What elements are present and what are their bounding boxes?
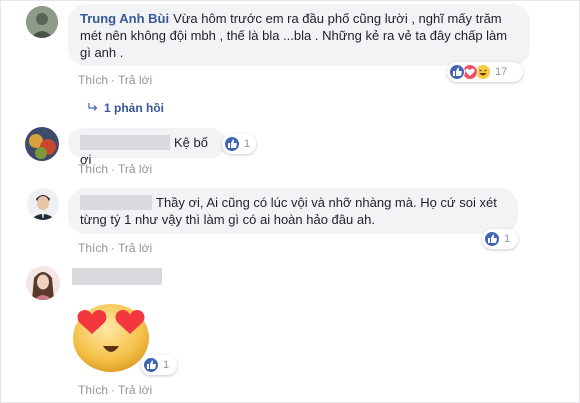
reaction-count: 17 (495, 66, 508, 78)
like-icon (143, 357, 159, 373)
comment-actions: Thích · Trả lời (78, 383, 152, 397)
reaction-count: 1 (504, 233, 511, 245)
comment-bubble: Thầy ơi, Ai cũng có lúc vội và nhỡ nhàng… (68, 188, 518, 234)
reply-link[interactable]: Trả lời (118, 241, 152, 255)
like-icon (484, 231, 500, 247)
reply-link[interactable]: Trả lời (118, 73, 152, 87)
comment-text-line: Thầy ơi, Ai cũng có lúc vội và nhỡ nhàng… (156, 195, 497, 210)
like-link[interactable]: Thích (78, 241, 108, 255)
comment-author[interactable]: Trung Anh Bùi (80, 11, 169, 26)
avatar[interactable] (26, 266, 60, 300)
action-separator: · (111, 162, 116, 176)
view-replies-link[interactable]: 1 phản hồi (88, 101, 164, 115)
redacted-author-name (80, 135, 170, 150)
reply-link[interactable]: Trả lời (118, 162, 152, 176)
like-link[interactable]: Thích (78, 73, 108, 87)
reaction-count: 1 (244, 138, 251, 150)
reaction-summary[interactable]: 1 (141, 355, 177, 375)
avatar[interactable] (27, 188, 59, 220)
comment-actions: Thích · Trả lời (78, 73, 152, 87)
replies-count-label: 1 phản hồi (104, 101, 164, 115)
comment-bubble: Kệ bố ơi (68, 128, 226, 167)
reaction-summary[interactable]: 17 (447, 62, 523, 82)
reaction-count: 1 (163, 359, 170, 371)
comment-text-line: từng tý 1 như vậy thì làm gì có ai hoàn … (80, 212, 375, 227)
like-icon (449, 64, 465, 80)
reply-arrow-icon (88, 101, 98, 115)
comment-actions: Thích · Trả lời (78, 241, 152, 255)
like-link[interactable]: Thích (78, 162, 108, 176)
action-separator: · (111, 241, 116, 255)
avatar[interactable] (25, 127, 59, 161)
like-icon (224, 136, 240, 152)
comment-bubble: Trung Anh Bùi Vừa hôm trước em ra đầu phố… (68, 4, 530, 66)
reaction-summary[interactable]: 1 (222, 134, 256, 154)
like-link[interactable]: Thích (78, 383, 108, 397)
reaction-summary[interactable]: 1 (482, 229, 518, 249)
avatar[interactable] (26, 6, 58, 38)
redacted-author-name (72, 268, 162, 285)
action-separator: · (111, 383, 116, 397)
reply-link[interactable]: Trả lời (118, 383, 152, 397)
action-separator: · (111, 73, 116, 87)
comment-actions: Thích · Trả lời (78, 162, 152, 176)
redacted-author-name (80, 195, 152, 210)
